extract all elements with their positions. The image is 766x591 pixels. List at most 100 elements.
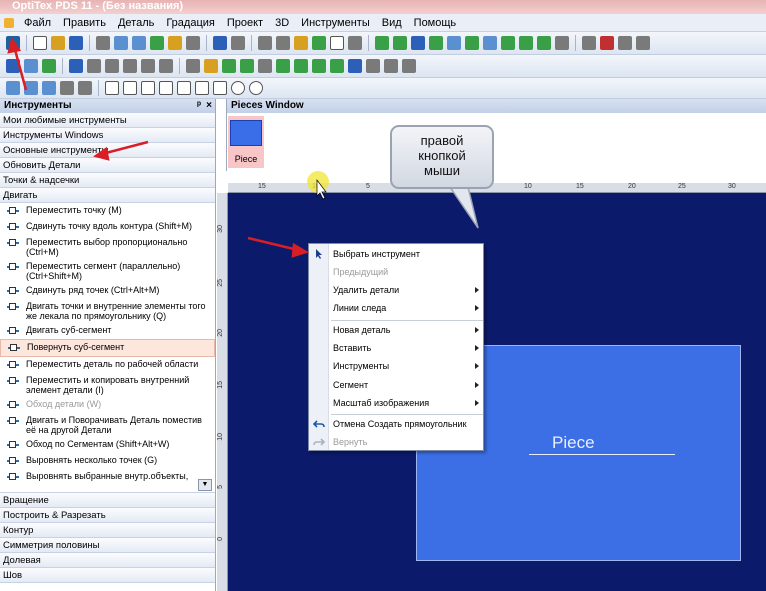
tool-move-piece[interactable]: Переместить деталь по рабочей области — [0, 357, 215, 373]
seam-icon[interactable] — [60, 81, 74, 95]
rectangle-icon[interactable] — [105, 81, 119, 95]
parallelogram-icon[interactable] — [123, 81, 137, 95]
redo-icon[interactable] — [231, 36, 245, 50]
menu-item-delete-pieces[interactable]: Удалить детали — [309, 281, 485, 299]
scroll-down-button[interactable]: ▼ — [198, 479, 212, 491]
refresh-icon[interactable] — [294, 59, 308, 73]
context-help-icon[interactable] — [348, 36, 362, 50]
tool-move-proportional[interactable]: Переместить выбор пропорционально (Ctrl+… — [0, 235, 215, 259]
tool-move-segment[interactable]: Переместить сегмент (параллельно) (Ctrl+… — [0, 259, 215, 283]
mirror-icon[interactable] — [636, 36, 650, 50]
point-tool-icon[interactable] — [6, 59, 20, 73]
pin-icon[interactable]: ᵖ — [197, 99, 201, 113]
paste-icon[interactable] — [294, 36, 308, 50]
octagon-icon[interactable] — [213, 81, 227, 95]
tool-walk-piece[interactable]: Обход детали (W) — [0, 397, 215, 413]
fold-icon[interactable] — [24, 81, 38, 95]
menu-item-tools[interactable]: Инструменты — [309, 357, 485, 375]
menu-item-new-piece[interactable]: Новая деталь — [309, 321, 485, 339]
layers-icon[interactable] — [483, 36, 497, 50]
menu-item-insert[interactable]: Вставить — [309, 339, 485, 357]
dimension-icon[interactable] — [600, 36, 614, 50]
help-icon[interactable] — [330, 36, 344, 50]
open-folder-icon[interactable] — [51, 36, 65, 50]
menu-item-zoom[interactable]: Масштаб изображения — [309, 394, 485, 412]
pen-icon[interactable] — [204, 59, 218, 73]
save-icon[interactable] — [69, 36, 83, 50]
rotate-icon[interactable] — [276, 59, 290, 73]
print-icon[interactable] — [96, 36, 110, 50]
tool-walk-segments[interactable]: Обход по Сегментам (Shift+Alt+W) — [0, 437, 215, 453]
spline-icon[interactable] — [159, 59, 173, 73]
new-file-icon[interactable] — [33, 36, 47, 50]
close-icon[interactable]: × — [206, 99, 212, 113]
check-icon[interactable] — [465, 36, 479, 50]
piece-thumbnail[interactable]: Piece — [228, 116, 264, 168]
tool-align-points[interactable]: Выровнять несколько точек (G) — [0, 453, 215, 469]
pentagon-icon[interactable] — [177, 81, 191, 95]
category-seam[interactable]: Шов — [0, 568, 215, 583]
menu-item-trace-lines[interactable]: Линии следа — [309, 299, 485, 317]
text-tool-icon[interactable] — [123, 59, 137, 73]
menu-item-undo-rectangle[interactable]: Отмена Создать прямоугольник — [309, 415, 485, 433]
hexagon-icon[interactable] — [195, 81, 209, 95]
globe-icon[interactable] — [555, 36, 569, 50]
tool-shift-points-row[interactable]: Сдвинуть ряд точек (Ctrl+Alt+M) — [0, 283, 215, 299]
font-size-icon[interactable] — [582, 36, 596, 50]
marker-icon[interactable] — [447, 36, 461, 50]
fullness-icon[interactable] — [42, 81, 56, 95]
circle-icon[interactable] — [231, 81, 245, 95]
active-tool-icon[interactable] — [222, 59, 236, 73]
search-piece-icon[interactable] — [168, 36, 182, 50]
menu-design[interactable]: Проект — [221, 15, 269, 31]
zoom-icon[interactable] — [186, 36, 200, 50]
category-contour[interactable]: Контур — [0, 523, 215, 538]
tool-rotate-subsegment[interactable]: Повернуть суб-сегмент — [0, 339, 215, 357]
category-points-notches[interactable]: Точки & надсечки — [0, 173, 215, 188]
menu-view[interactable]: Вид — [376, 15, 408, 31]
undo-icon[interactable] — [213, 36, 227, 50]
tool-align-internals[interactable]: Выровнять выбранные внутр.объекты, — [0, 469, 215, 485]
radius-icon[interactable] — [87, 59, 101, 73]
grid-icon[interactable] — [411, 36, 425, 50]
tool-move-point[interactable]: Переместить точку (M) — [0, 203, 215, 219]
dart-icon[interactable] — [402, 59, 416, 73]
category-rotation[interactable]: Вращение — [0, 493, 215, 508]
trapezoid-icon[interactable] — [141, 81, 155, 95]
category-build-cut[interactable]: Построить & Разрезать — [0, 508, 215, 523]
select-tool-icon[interactable] — [6, 36, 20, 50]
menu-item-select-tool[interactable]: Выбрать инструмент — [309, 245, 485, 263]
split-icon[interactable] — [384, 59, 398, 73]
category-update-pieces[interactable]: Обновить Детали — [0, 158, 215, 173]
category-windows-tools[interactable]: Инструменты Windows — [0, 128, 215, 143]
cut-piece-icon[interactable] — [240, 59, 254, 73]
tool-move-copy-internal[interactable]: Переместить и копировать внутренний элем… — [0, 373, 215, 397]
curve-tool-icon[interactable] — [141, 59, 155, 73]
menu-help[interactable]: Помощь — [408, 15, 463, 31]
trim-icon[interactable] — [258, 59, 272, 73]
ellipse-icon[interactable] — [249, 81, 263, 95]
menu-tools[interactable]: Инструменты — [295, 15, 376, 31]
menu-grading[interactable]: Градация — [160, 15, 221, 31]
menu-3d[interactable]: 3D — [269, 15, 295, 31]
tool-slide-point[interactable]: Сдвинуть точку вдоль контура (Shift+M) — [0, 219, 215, 235]
menu-item-redo[interactable]: Вернуть — [309, 433, 485, 451]
flip-icon[interactable] — [618, 36, 632, 50]
piece-info-icon[interactable] — [24, 59, 38, 73]
category-grain[interactable]: Долевая — [0, 553, 215, 568]
fill-piece-icon[interactable] — [393, 36, 407, 50]
plot-icon[interactable] — [114, 36, 128, 50]
excel-icon[interactable] — [150, 36, 164, 50]
measure-icon[interactable] — [429, 36, 443, 50]
arc-icon[interactable] — [312, 59, 326, 73]
export-icon[interactable] — [132, 36, 146, 50]
menu-edit[interactable]: Править — [57, 15, 112, 31]
copy-piece-icon[interactable] — [366, 59, 380, 73]
category-basic-tools[interactable]: Основные инструменты — [0, 143, 215, 158]
nest-icon[interactable] — [537, 36, 551, 50]
tool-move-rotate-on-piece[interactable]: Двигать и Поворачивать Деталь поместив е… — [0, 413, 215, 437]
tool-move-in-rectangle[interactable]: Двигать точки и внутренние элементы того… — [0, 299, 215, 323]
delete-icon[interactable] — [186, 59, 200, 73]
segment-icon[interactable] — [330, 59, 344, 73]
pleat-icon[interactable] — [6, 81, 20, 95]
